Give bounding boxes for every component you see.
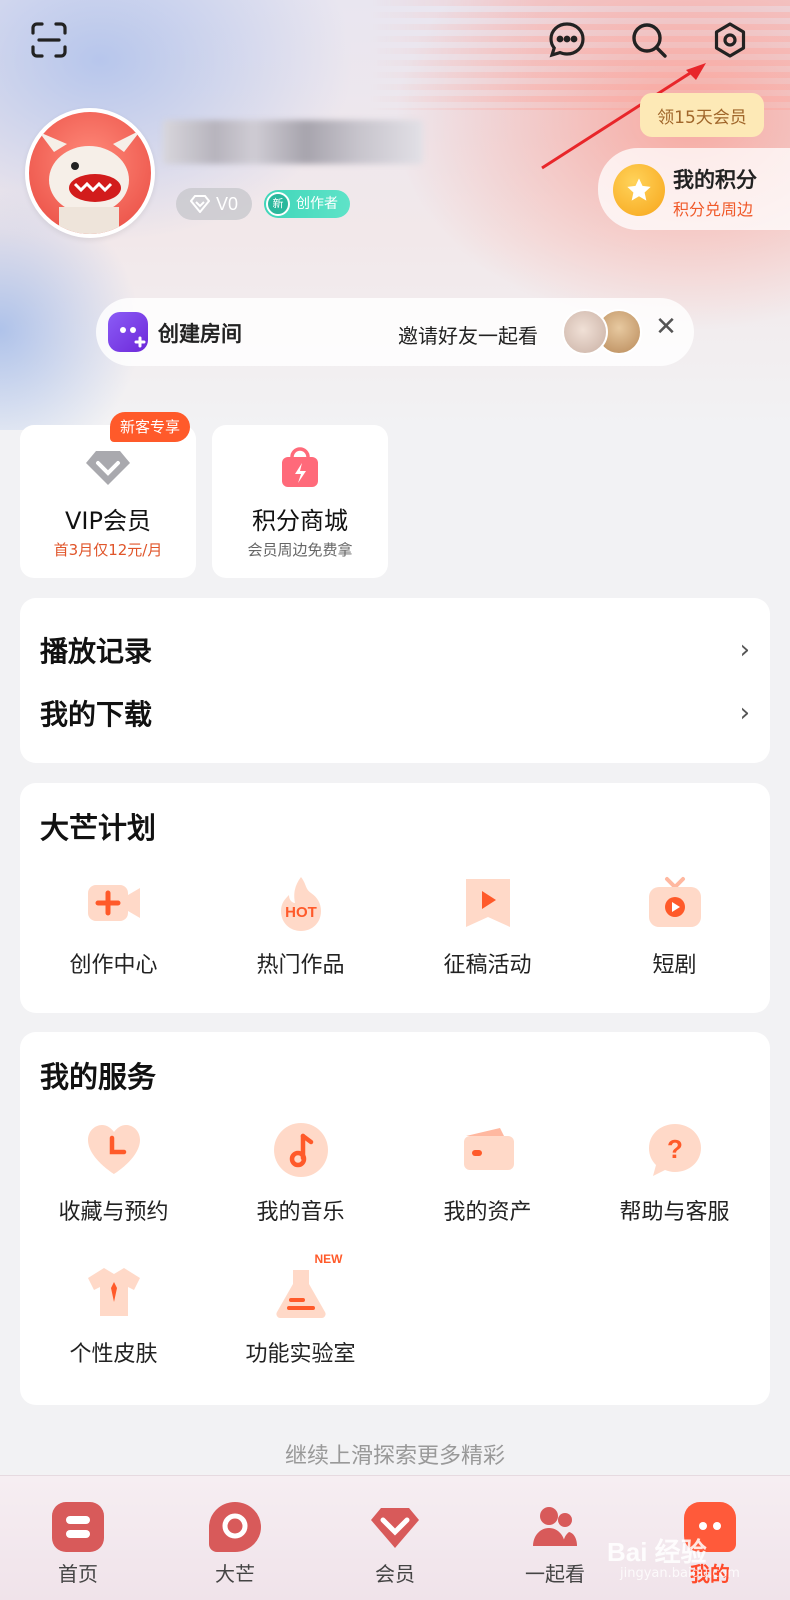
star-coin-icon xyxy=(613,164,665,216)
vip-title: VIP会员 xyxy=(65,507,151,535)
username-blurred xyxy=(163,120,423,164)
tab-damang-label: 大芒 xyxy=(215,1562,255,1586)
vip-trial-tip[interactable]: 领15天会员 xyxy=(640,93,764,137)
tab-vip-label: 会员 xyxy=(375,1562,415,1586)
my-assets-label: 我的资产 xyxy=(443,1200,532,1225)
my-services-card: 我的服务 收藏与预约 我的音乐 我的资产 ? 帮助与客服 个性皮肤 NEW 功能… xyxy=(20,1032,770,1405)
points-subtitle: 积分兑周边 xyxy=(673,200,754,219)
damang-plan-card: 大芒计划 创作中心 HOT 热门作品 征稿活动 短剧 xyxy=(20,783,770,1013)
vip-subtitle: 首3月仅12元/月 xyxy=(53,541,163,559)
level-badge[interactable]: V0 xyxy=(176,188,252,220)
skins-label: 个性皮肤 xyxy=(69,1342,158,1367)
services-title: 我的服务 xyxy=(40,1060,157,1094)
create-room-bar[interactable]: 创建房间 邀请好友一起看 ✕ xyxy=(96,298,694,366)
history-card: 播放记录 › 我的下载 › xyxy=(20,598,770,763)
play-bookmark-icon xyxy=(458,873,518,933)
creator-new-dot: 新 xyxy=(266,192,290,216)
tab-watch-together[interactable]: 一起看 xyxy=(500,1502,610,1587)
shopping-bag-icon xyxy=(282,447,318,487)
creation-center-item[interactable]: 创作中心 xyxy=(20,873,207,979)
tab-watch-together-label: 一起看 xyxy=(525,1562,585,1586)
downloads-label: 我的下载 xyxy=(40,698,153,731)
invite-friends-text[interactable]: 邀请好友一起看 xyxy=(398,320,538,349)
watermark-url: jingyan.baidu.com xyxy=(620,1566,740,1581)
my-music-label: 我的音乐 xyxy=(256,1200,345,1225)
points-mall-card[interactable]: 积分商城 会员周边免费拿 xyxy=(212,425,388,578)
points-mall-subtitle: 会员周边免费拿 xyxy=(247,541,353,559)
tab-vip[interactable]: 会员 xyxy=(340,1502,450,1587)
watch-together-icon xyxy=(529,1502,581,1552)
scan-icon[interactable] xyxy=(27,18,71,62)
close-icon[interactable]: ✕ xyxy=(651,312,681,342)
hot-flame-icon: HOT xyxy=(271,873,331,933)
create-room-label: 创建房间 xyxy=(158,322,242,346)
creator-badge[interactable]: 新 创作者 xyxy=(264,190,350,218)
tshirt-icon xyxy=(84,1262,144,1322)
wallet-icon xyxy=(458,1120,518,1180)
music-note-icon xyxy=(271,1120,331,1180)
room-add-icon xyxy=(108,312,148,352)
tab-home[interactable]: 首页 xyxy=(23,1502,133,1587)
vip-diamond-icon xyxy=(86,451,130,485)
tab-home-label: 首页 xyxy=(58,1562,98,1586)
help-service-label: 帮助与客服 xyxy=(619,1200,730,1225)
help-bubble-icon: ? xyxy=(645,1120,705,1180)
settings-icon[interactable] xyxy=(708,18,752,62)
flask-icon: NEW xyxy=(271,1252,343,1322)
creation-center-label: 创作中心 xyxy=(69,953,158,978)
favorites-label: 收藏与预约 xyxy=(58,1200,169,1225)
scroll-hint: 继续上滑探索更多精彩 xyxy=(284,1444,505,1469)
short-drama-label: 短剧 xyxy=(652,953,697,978)
new-customer-tag: 新客专享 xyxy=(110,412,191,442)
play-history-row[interactable]: 播放记录 › xyxy=(40,620,750,680)
diamond-icon xyxy=(189,195,210,213)
feature-lab-label: 功能实验室 xyxy=(245,1342,356,1367)
hot-works-item[interactable]: HOT 热门作品 xyxy=(207,873,394,979)
vip-diamond-icon xyxy=(369,1502,421,1552)
svg-text:?: ? xyxy=(667,1134,683,1164)
plan-title: 大芒计划 xyxy=(40,811,157,845)
avatar[interactable] xyxy=(25,108,155,238)
skins-item[interactable]: 个性皮肤 xyxy=(20,1262,207,1368)
message-icon[interactable] xyxy=(545,18,589,62)
damang-icon xyxy=(209,1502,261,1552)
svg-text:HOT: HOT xyxy=(285,904,317,921)
heart-clock-icon xyxy=(84,1120,144,1180)
short-drama-item[interactable]: 短剧 xyxy=(581,873,768,979)
submission-activity-item[interactable]: 征稿活动 xyxy=(394,873,581,979)
favorites-item[interactable]: 收藏与预约 xyxy=(20,1120,207,1226)
my-music-item[interactable]: 我的音乐 xyxy=(207,1120,394,1226)
points-mall-title: 积分商城 xyxy=(252,507,348,535)
submission-activity-label: 征稿活动 xyxy=(443,953,532,978)
new-badge: NEW xyxy=(314,1252,343,1266)
play-history-label: 播放记录 xyxy=(40,635,153,668)
home-icon xyxy=(52,1502,104,1552)
help-service-item[interactable]: ? 帮助与客服 xyxy=(581,1120,768,1226)
chevron-right-icon: › xyxy=(739,635,750,665)
chevron-right-icon: › xyxy=(739,698,750,728)
points-card[interactable]: 我的积分 积分兑周边 xyxy=(598,148,790,230)
vip-member-card[interactable]: VIP会员 首3月仅12元/月 xyxy=(20,425,196,578)
level-text: V0 xyxy=(215,193,239,214)
creator-label: 创作者 xyxy=(296,196,338,212)
watermark-logo: Bai 经验 xyxy=(607,1537,707,1567)
friend-avatar xyxy=(562,309,608,355)
downloads-row[interactable]: 我的下载 › xyxy=(40,683,750,743)
tab-damang[interactable]: 大芒 xyxy=(180,1502,290,1587)
my-assets-item[interactable]: 我的资产 xyxy=(394,1120,581,1226)
search-icon[interactable] xyxy=(627,18,671,62)
tv-play-icon xyxy=(645,873,705,933)
video-camera-icon xyxy=(84,873,144,933)
hot-works-label: 热门作品 xyxy=(256,953,345,978)
feature-lab-item[interactable]: NEW 功能实验室 xyxy=(207,1252,394,1368)
points-title: 我的积分 xyxy=(673,168,757,192)
